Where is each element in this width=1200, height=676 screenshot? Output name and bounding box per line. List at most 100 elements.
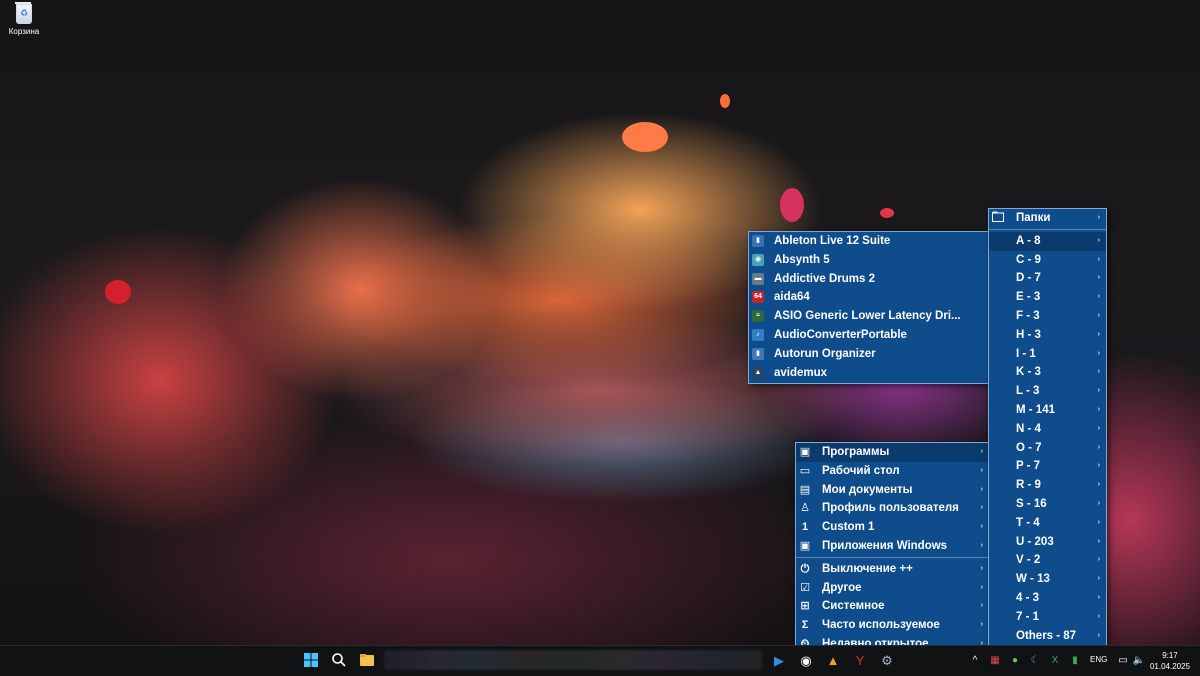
desktop-icon: ▭ bbox=[799, 464, 811, 477]
folder-group-label: S - 16 bbox=[1016, 497, 1047, 510]
main-menu-item[interactable]: ♙ Профиль пользователя › bbox=[796, 499, 989, 518]
folder-group-item[interactable]: T - 4 › bbox=[989, 514, 1106, 533]
recycle-bin[interactable]: ♻ Корзина bbox=[6, 2, 42, 36]
app-button[interactable]: ▲ bbox=[824, 652, 842, 670]
folder-group-item[interactable]: P - 7 › bbox=[989, 457, 1106, 476]
main-menu-item[interactable]: 1 Custom 1 › bbox=[796, 518, 989, 537]
autorun-icon: ▮ bbox=[752, 347, 764, 360]
yandex-browser-button[interactable]: Y bbox=[851, 652, 869, 670]
media-player-button[interactable]: ▶ bbox=[770, 652, 788, 670]
tray-app[interactable]: ▦ bbox=[986, 652, 1004, 670]
folder-group-item[interactable]: A - 8 › bbox=[989, 231, 1106, 251]
main-menu-item[interactable]: ▣ Программы › bbox=[796, 443, 989, 462]
settings-button[interactable]: ⚙ bbox=[878, 652, 896, 670]
folder-group-item[interactable]: S - 16 › bbox=[989, 495, 1106, 514]
document-icon: ▤ bbox=[799, 483, 811, 496]
folder-group-item[interactable]: K - 3 › bbox=[989, 363, 1106, 382]
folder-group-item[interactable]: Others - 87 › bbox=[989, 627, 1106, 646]
program-item[interactable]: ◉ Absynth 5 bbox=[749, 251, 989, 270]
program-item-label: ASIO Generic Lower Latency Dri... bbox=[774, 310, 961, 323]
main-menu-item[interactable]: ▤ Мои документы › bbox=[796, 481, 989, 500]
folder-group-item[interactable]: V - 2 › bbox=[989, 551, 1106, 570]
folder-group-label: L - 3 bbox=[1016, 385, 1040, 398]
folder-group-label: M - 141 bbox=[1016, 403, 1055, 416]
chevron-right-icon: › bbox=[1097, 255, 1100, 263]
folder-group-item[interactable]: C - 9 › bbox=[989, 251, 1106, 270]
chevron-right-icon: › bbox=[1097, 274, 1100, 282]
folder-group-label: 4 - 3 bbox=[1016, 591, 1040, 604]
main-menu-item-label: Мои документы bbox=[822, 483, 913, 496]
program-item[interactable]: ▲ avidemux bbox=[749, 364, 989, 383]
main-menu-item[interactable]: ▭ Рабочий стол › bbox=[796, 462, 989, 481]
folder-group-item[interactable]: N - 4 › bbox=[989, 420, 1106, 439]
main-menu-item[interactable]: Σ Часто используемое › bbox=[796, 616, 989, 635]
taskbar-pinned-apps-blurred[interactable] bbox=[384, 650, 762, 670]
program-item[interactable]: 64 aida64 bbox=[749, 288, 989, 307]
folder-group-item[interactable]: U - 203 › bbox=[989, 533, 1106, 552]
main-menu-item[interactable]: ⊞ Системное › bbox=[796, 597, 989, 616]
tray-app[interactable]: ☾ bbox=[1026, 652, 1044, 670]
chevron-right-icon: › bbox=[1097, 556, 1100, 564]
folder-group-item[interactable]: D - 7 › bbox=[989, 269, 1106, 288]
program-item-label: Ableton Live 12 Suite bbox=[774, 235, 891, 247]
tray-app[interactable]: X bbox=[1046, 652, 1064, 670]
folder-group-item[interactable]: F - 3 › bbox=[989, 307, 1106, 326]
folder-group-label: 7 - 1 bbox=[1016, 610, 1040, 623]
program-item[interactable]: ≈ ASIO Generic Lower Latency Dri... bbox=[749, 307, 989, 326]
avidemux-icon: ▲ bbox=[752, 366, 764, 379]
main-menu-item[interactable]: ▣ Приложения Windows › bbox=[796, 537, 989, 556]
audio-converter-icon: ♪ bbox=[752, 328, 764, 341]
tray-overflow-button[interactable]: ^ bbox=[966, 652, 984, 670]
chevron-right-icon: › bbox=[1097, 214, 1100, 221]
absynth-icon: ◉ bbox=[752, 253, 764, 266]
tray-app[interactable]: ▮ bbox=[1066, 652, 1084, 670]
addictive-drums-icon: ▬ bbox=[752, 272, 764, 285]
main-menu-item-label: Программы bbox=[822, 446, 890, 458]
volume-button[interactable]: 🔈 bbox=[1130, 652, 1148, 670]
wallpaper-splash bbox=[880, 208, 894, 218]
folder-group-item[interactable]: O - 7 › bbox=[989, 439, 1106, 458]
folder-group-item[interactable]: I - 1 › bbox=[989, 345, 1106, 364]
folder-group-label: H - 3 bbox=[1016, 328, 1041, 341]
search-button[interactable] bbox=[330, 652, 348, 670]
chevron-right-icon: › bbox=[1097, 349, 1100, 357]
folder-group-label: K - 3 bbox=[1016, 366, 1041, 379]
windows-start-icon bbox=[304, 653, 318, 667]
folder-group-item[interactable]: L - 3 › bbox=[989, 382, 1106, 401]
program-item[interactable]: ▮ Ableton Live 12 Suite bbox=[749, 232, 989, 251]
folder-group-label: F - 3 bbox=[1016, 309, 1040, 322]
folder-group-item[interactable]: 4 - 3 › bbox=[989, 589, 1106, 608]
folder-group-item[interactable]: 7 - 1 › bbox=[989, 608, 1106, 627]
folder-group-item[interactable]: R - 9 › bbox=[989, 476, 1106, 495]
program-item[interactable]: ▮ Autorun Organizer bbox=[749, 345, 989, 364]
folder-group-item[interactable]: E - 3 › bbox=[989, 288, 1106, 307]
grid-icon: ▦ bbox=[990, 655, 1000, 666]
folders-header[interactable]: Папки › bbox=[989, 209, 1106, 228]
folder-group-label: C - 9 bbox=[1016, 253, 1041, 266]
folder-group-item[interactable]: W - 13 › bbox=[989, 570, 1106, 589]
start-button[interactable] bbox=[302, 652, 320, 670]
folder-group-label: E - 3 bbox=[1016, 291, 1041, 304]
file-explorer-button[interactable] bbox=[358, 652, 376, 670]
folder-group-item[interactable]: M - 141 › bbox=[989, 401, 1106, 420]
language-indicator[interactable]: ENG bbox=[1090, 655, 1107, 664]
app-button[interactable]: ◉ bbox=[797, 652, 815, 670]
search-icon bbox=[332, 653, 346, 667]
main-menu-item[interactable]: ☑ Другое › bbox=[796, 579, 989, 598]
wallpaper-splash bbox=[780, 188, 804, 222]
chevron-right-icon: › bbox=[1097, 481, 1100, 489]
chevron-right-icon: › bbox=[1097, 462, 1100, 470]
folder-group-label: O - 7 bbox=[1016, 441, 1042, 454]
tray-app[interactable]: ● bbox=[1006, 652, 1024, 670]
chevron-right-icon: › bbox=[1097, 612, 1100, 620]
main-menu-item-label: Выключение ++ bbox=[822, 562, 913, 575]
program-item[interactable]: ♪ AudioConverterPortable bbox=[749, 326, 989, 345]
triangle-icon: ▲ bbox=[826, 653, 840, 668]
chevron-right-icon: › bbox=[980, 448, 983, 455]
main-menu-item[interactable]: ⏻ Выключение ++ › bbox=[796, 560, 989, 579]
clock[interactable]: 9:17 01.04.2025 bbox=[1150, 650, 1190, 672]
folder-group-item[interactable]: H - 3 › bbox=[989, 326, 1106, 345]
program-item[interactable]: ▬ Addictive Drums 2 bbox=[749, 270, 989, 289]
chevron-right-icon: › bbox=[1097, 593, 1100, 601]
leaf-icon: ● bbox=[1011, 655, 1019, 666]
